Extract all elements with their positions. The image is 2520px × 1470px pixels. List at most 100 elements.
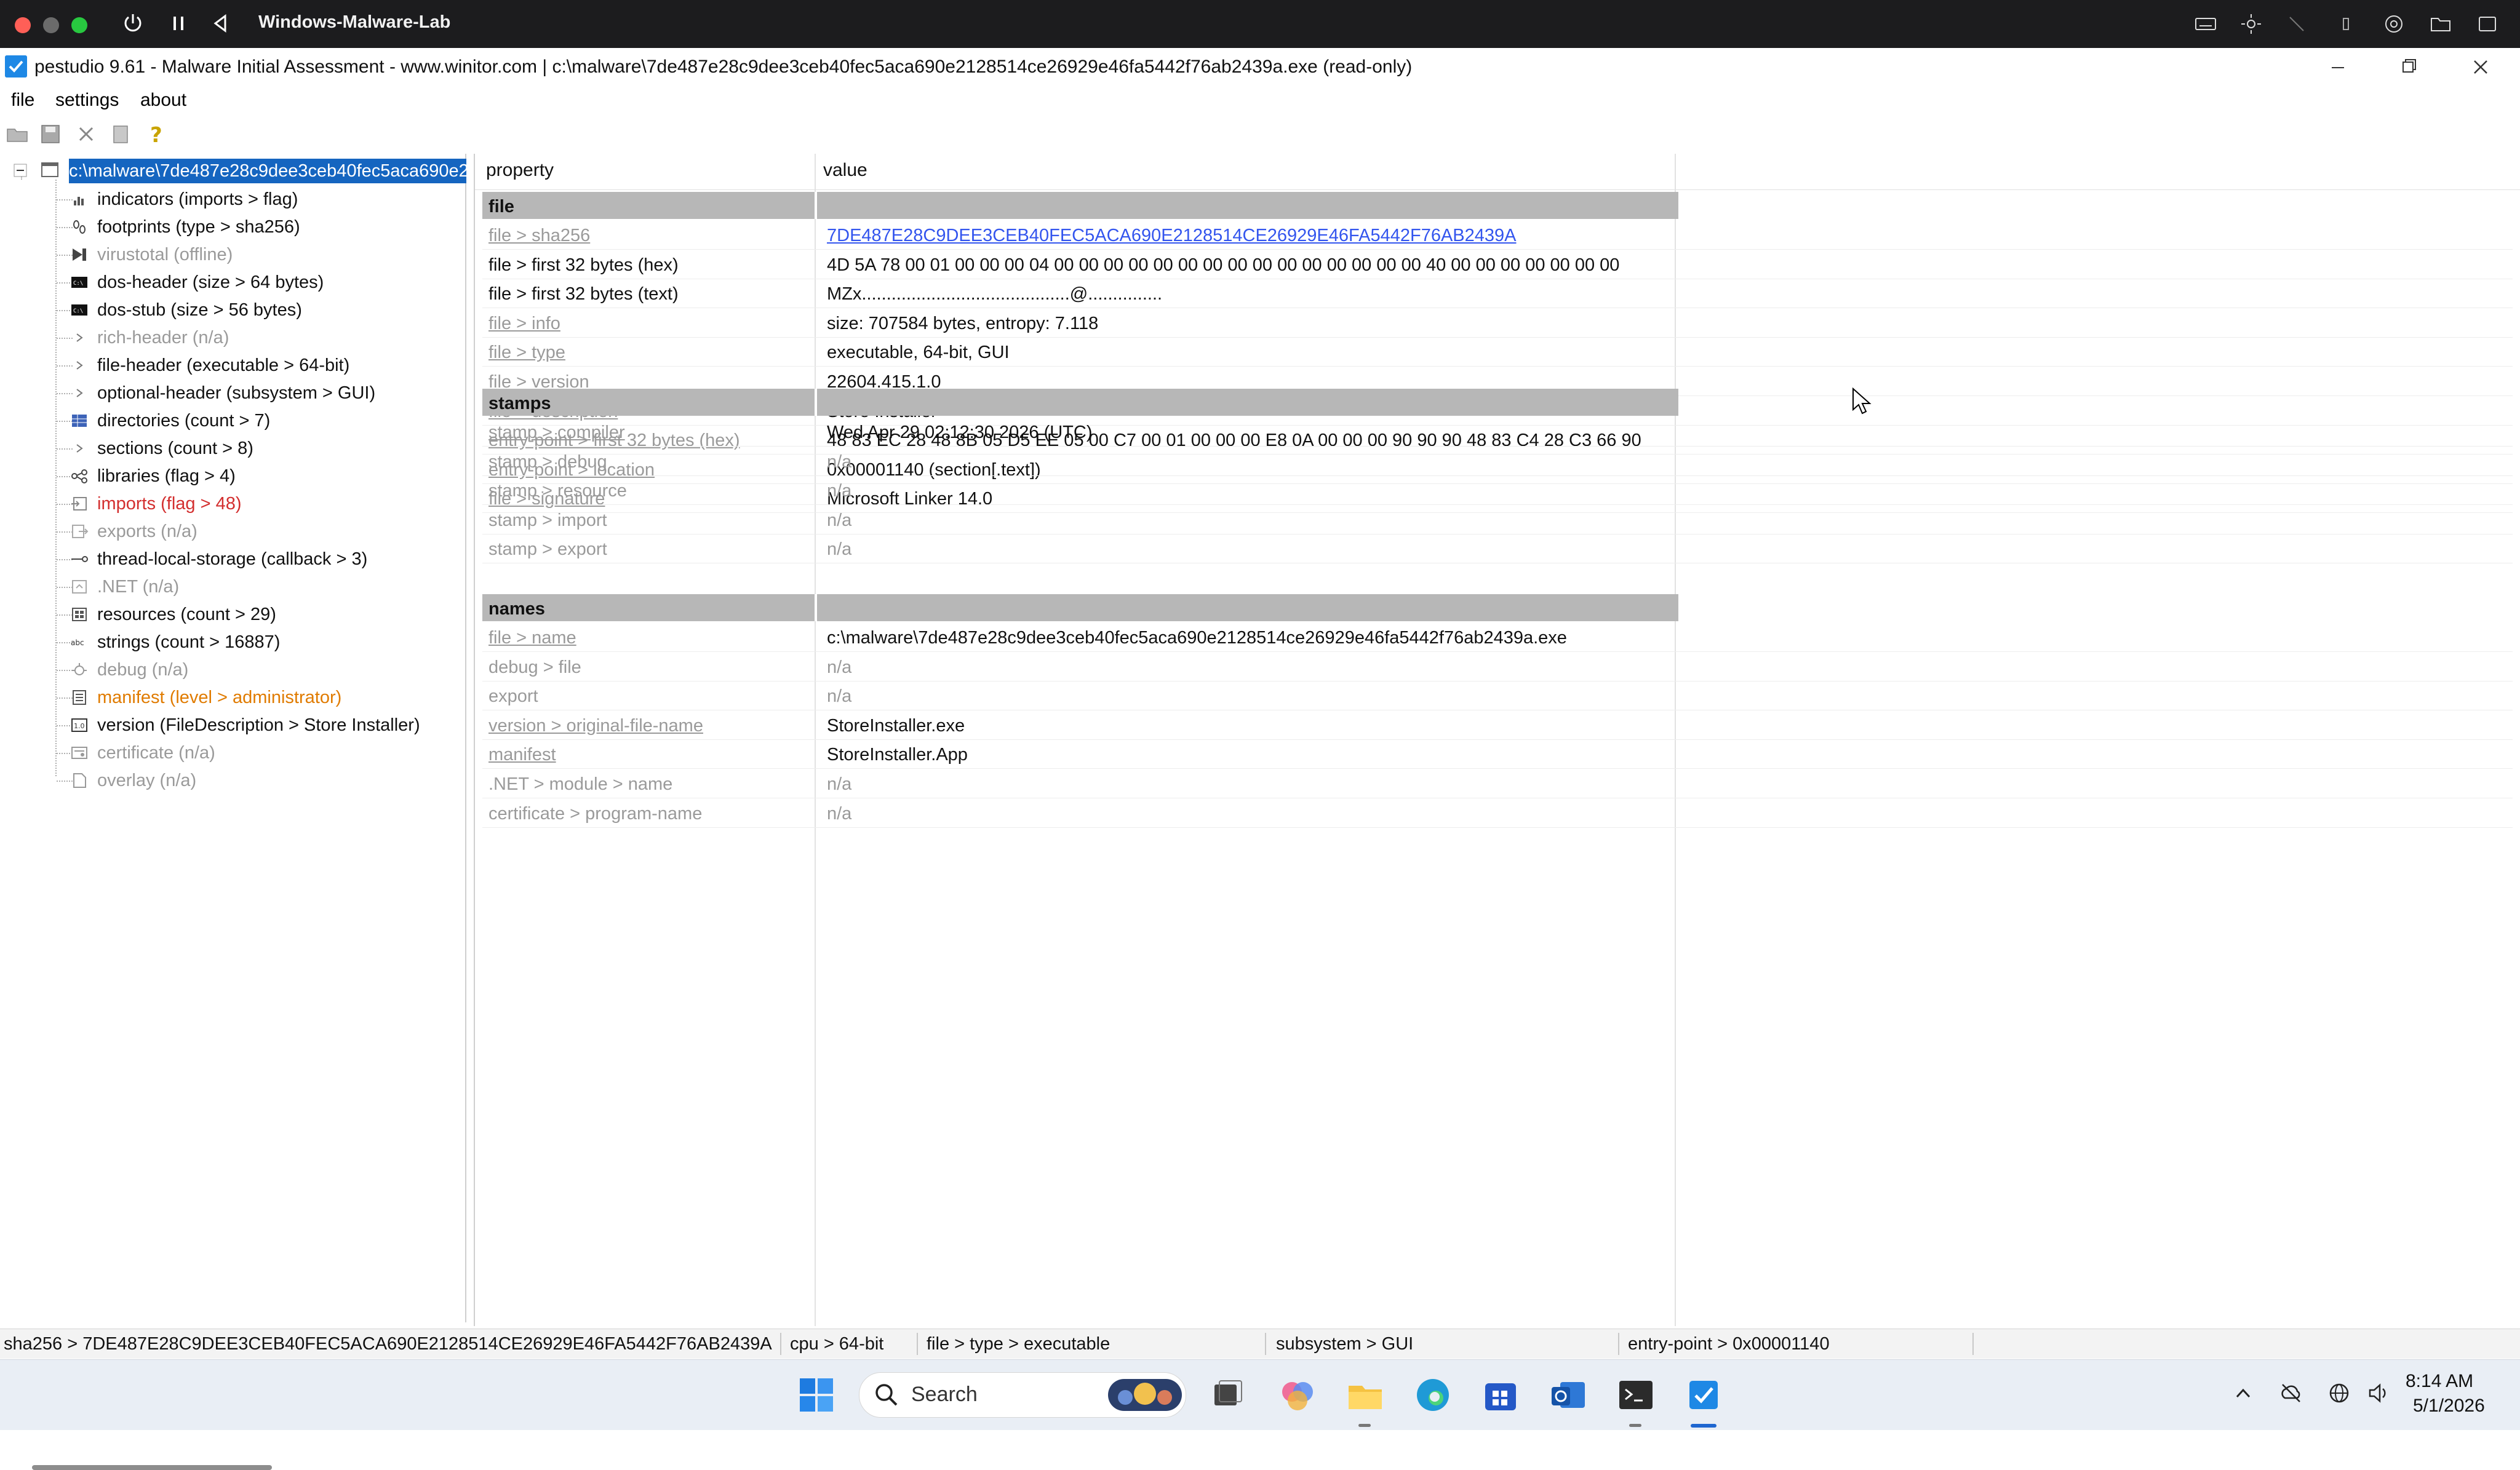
network-globe-icon[interactable] <box>2327 1381 2351 1405</box>
table-row[interactable]: manifest StoreInstaller.App <box>482 739 2513 769</box>
terminal-icon[interactable] <box>1614 1373 1657 1416</box>
tree-item-label[interactable]: dos-header (size > 64 bytes) <box>97 272 324 293</box>
tree-item-label[interactable]: manifest (level > administrator) <box>97 688 341 708</box>
tree-item[interactable]: abc strings (count > 16887) <box>2 629 465 656</box>
tree-item-label[interactable]: footprints (type > sha256) <box>97 217 300 237</box>
tree-item-label[interactable]: libraries (flag > 4) <box>97 466 236 487</box>
usb-icon[interactable] <box>2334 12 2358 36</box>
menu-settings[interactable]: settings <box>55 90 119 111</box>
tree-item[interactable]: file-header (executable > 64-bit) <box>2 352 465 379</box>
row-property[interactable]: file > type <box>488 343 565 363</box>
tree-item[interactable]: overlay (n/a) <box>2 767 465 794</box>
tree-item-label[interactable]: .NET (n/a) <box>97 577 179 597</box>
table-row[interactable]: stamp > import n/a <box>482 505 2513 534</box>
close-icon[interactable] <box>2462 52 2499 82</box>
tree-item-label[interactable]: directories (count > 7) <box>97 411 270 431</box>
tree-horizontal-scrollbar[interactable] <box>32 1465 272 1470</box>
clipboard-icon[interactable] <box>108 122 133 146</box>
tree-item-label[interactable]: version (FileDescription > Store Install… <box>97 715 420 736</box>
table-row[interactable]: stamp > export n/a <box>482 534 2513 564</box>
table-row[interactable]: file > first 32 bytes (hex) 4D 5A 78 00 0… <box>482 250 2513 279</box>
clock-date[interactable]: 5/1/2026 <box>2413 1396 2485 1416</box>
tree-item[interactable]: C:\ dos-header (size > 64 bytes) <box>2 269 465 296</box>
table-row[interactable]: stamp > compiler Wed Apr 29 02:12:30 2026… <box>482 417 2513 447</box>
row-property[interactable]: file > info <box>488 314 560 334</box>
minimize-icon[interactable] <box>2319 52 2356 82</box>
taskbar-search[interactable]: Search <box>859 1372 1186 1418</box>
cloud-offline-icon[interactable] <box>2279 1381 2303 1405</box>
tree-item-label[interactable]: thread-local-storage (callback > 3) <box>97 549 367 570</box>
open-folder-icon[interactable] <box>5 122 30 146</box>
tree-item-label[interactable]: exports (n/a) <box>97 522 197 542</box>
pestudio-taskbar-icon[interactable] <box>1682 1373 1725 1416</box>
tree-item[interactable]: 1.0 version (FileDescription > Store Inst… <box>2 712 465 739</box>
tree-item[interactable]: certificate (n/a) <box>2 739 465 766</box>
edge-icon[interactable] <box>1411 1373 1454 1416</box>
tree-item[interactable]: sections (count > 8) <box>2 435 465 462</box>
tree-item[interactable]: optional-header (subsystem > GUI) <box>2 379 465 407</box>
table-row[interactable]: .NET > module > name n/a <box>482 769 2513 798</box>
chevron-up-icon[interactable] <box>2231 1381 2255 1405</box>
copilot-icon[interactable] <box>1276 1373 1319 1416</box>
collapse-icon[interactable] <box>14 164 27 177</box>
vm-back-icon[interactable] <box>208 11 233 36</box>
tree-item[interactable]: virustotal (offline) <box>2 241 465 268</box>
start-icon[interactable] <box>795 1373 838 1416</box>
tree-item-label[interactable]: virustotal (offline) <box>97 245 233 265</box>
tree-item[interactable]: indicators (imports > flag) <box>2 186 465 213</box>
tree-item-label[interactable]: resources (count > 29) <box>97 605 276 625</box>
table-row[interactable]: file > sha256 7DE487E28C9DEE3CEB40FEC5ACA… <box>482 220 2513 250</box>
table-row[interactable]: debug > file n/a <box>482 652 2513 681</box>
tree-item-label[interactable]: sections (count > 8) <box>97 439 253 459</box>
table-row[interactable]: file > first 32 bytes (text) MZx.........… <box>482 279 2513 309</box>
tree-item-label[interactable]: optional-header (subsystem > GUI) <box>97 383 375 403</box>
row-property[interactable]: file > sha256 <box>488 226 590 246</box>
column-header-value[interactable]: value <box>823 160 867 181</box>
tree-item[interactable]: rich-header (n/a) <box>2 324 465 351</box>
tree-item-label[interactable]: file-header (executable > 64-bit) <box>97 356 349 376</box>
tree-item-label[interactable]: overlay (n/a) <box>97 771 196 791</box>
expand-icon[interactable] <box>70 329 89 346</box>
row-value[interactable]: 7DE487E28C9DEE3CEB40FEC5ACA690E2128514CE… <box>827 226 1517 246</box>
table-row[interactable]: stamp > resource n/a <box>482 475 2513 506</box>
tree-item[interactable]: exports (n/a) <box>2 518 465 545</box>
vm-minimize-button[interactable] <box>43 17 59 33</box>
clock-time[interactable]: 8:14 AM <box>2406 1371 2473 1392</box>
volume-icon[interactable] <box>2366 1381 2391 1405</box>
tree-item-label[interactable]: rich-header (n/a) <box>97 328 229 348</box>
windows-icon[interactable] <box>2476 12 2499 36</box>
vm-maximize-button[interactable] <box>71 17 87 33</box>
column-header-property[interactable]: property <box>486 160 554 181</box>
vm-power-icon[interactable] <box>121 11 145 36</box>
tree-item[interactable]: footprints (type > sha256) <box>2 213 465 240</box>
tree-item-label[interactable]: certificate (n/a) <box>97 743 215 763</box>
tree-item[interactable]: C:\ dos-stub (size > 56 bytes) <box>2 296 465 324</box>
outlook-icon[interactable] <box>1547 1373 1590 1416</box>
tree-item-label[interactable]: strings (count > 16887) <box>97 632 280 653</box>
tree-item[interactable]: directories (count > 7) <box>2 407 465 434</box>
task-view-icon[interactable] <box>1206 1373 1249 1416</box>
table-row[interactable]: stamp > debug n/a <box>482 447 2513 476</box>
help-icon[interactable]: ? <box>144 122 169 146</box>
row-property[interactable]: manifest <box>488 745 556 765</box>
row-property[interactable]: stamp > compiler <box>488 423 625 443</box>
tree-item[interactable]: thread-local-storage (callback > 3) <box>2 546 465 573</box>
table-row[interactable]: file > info size: 707584 bytes, entropy: … <box>482 308 2513 338</box>
save-icon[interactable] <box>38 122 63 146</box>
tree-item[interactable]: .NET (n/a) <box>2 573 465 600</box>
table-row[interactable]: export n/a <box>482 681 2513 711</box>
table-row[interactable]: file > name c:\malware\7de487e28c9dee3ceb… <box>482 622 2513 652</box>
file-explorer-icon[interactable] <box>1344 1373 1387 1416</box>
tree-item[interactable]: libraries (flag > 4) <box>2 463 465 490</box>
restore-icon[interactable] <box>2390 52 2426 82</box>
menu-file[interactable]: file <box>11 90 34 111</box>
tree-root[interactable]: c:\malware\7de487e28c9dee3ceb40fec5aca69… <box>2 157 466 185</box>
brightness-icon[interactable] <box>2239 12 2263 36</box>
resize-icon[interactable] <box>2285 12 2308 36</box>
vm-close-button[interactable] <box>15 17 31 33</box>
row-property[interactable]: file > name <box>488 628 576 648</box>
tree-item-label[interactable]: indicators (imports > flag) <box>97 189 298 210</box>
tree-item[interactable]: resources (count > 29) <box>2 601 465 628</box>
expand-icon[interactable] <box>70 440 89 457</box>
tree-item-label[interactable]: debug (n/a) <box>97 660 188 680</box>
